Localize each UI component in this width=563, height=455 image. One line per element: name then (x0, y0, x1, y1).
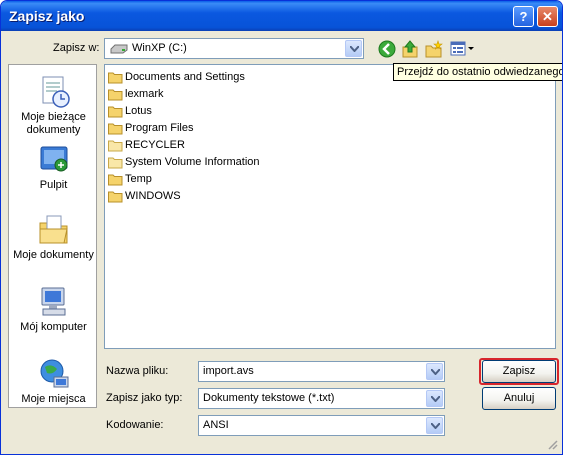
filename-label: Nazwa pliku: (106, 365, 169, 377)
chevron-down-icon (431, 396, 440, 402)
folder-icon (108, 140, 123, 152)
folder-name: WINDOWS (125, 190, 181, 202)
save-in-label: Zapisz w: (53, 42, 100, 54)
save-as-dialog: Zapisz jako ? ✕ Zapisz w: WinXP (C:) Moj… (0, 0, 563, 455)
save-button[interactable]: Zapisz (482, 360, 556, 383)
desktop-icon (40, 146, 67, 172)
place-my-documents[interactable]: Moje dokumenty (9, 213, 98, 262)
folder-name: Temp (125, 173, 152, 185)
place-label: dokumenty (26, 124, 81, 136)
chevron-down-icon (350, 46, 359, 52)
folder-name: Program Files (125, 122, 194, 134)
new-folder-icon[interactable] (425, 40, 443, 58)
place-label: Pulpit (39, 179, 68, 191)
help-button[interactable]: ? (513, 6, 534, 27)
folder-name: lexmark (125, 88, 164, 100)
back-icon[interactable] (378, 40, 396, 58)
chevron-down-icon (431, 423, 440, 429)
resize-grip-icon[interactable] (546, 438, 558, 450)
filetype-dropdown-arrow[interactable] (426, 390, 443, 407)
close-icon: ✕ (542, 9, 553, 24)
save-in-dropdown[interactable]: WinXP (C:) (104, 38, 364, 59)
folder-icon (108, 157, 123, 169)
folder-icon (108, 72, 123, 84)
place-label: Moje miejsca (21, 393, 86, 405)
place-my-computer[interactable]: Mój komputer (9, 285, 98, 334)
place-label: Moje bieżące (21, 111, 86, 123)
folder-icon (108, 123, 123, 135)
place-label: Moje dokumenty (13, 249, 94, 261)
places-bar: Moje bieżące dokumenty Pulpit Moje dokum… (8, 64, 97, 408)
view-menu-button[interactable] (450, 40, 476, 58)
place-network[interactable]: Moje miejsca (9, 357, 98, 406)
folder-name: Documents and Settings (125, 71, 245, 83)
title-bar[interactable]: Zapisz jako ? ✕ (1, 1, 562, 31)
my-computer-icon (41, 287, 65, 316)
save-in-value: WinXP (C:) (132, 42, 187, 54)
close-button[interactable]: ✕ (537, 6, 558, 27)
save-in-dropdown-arrow[interactable] (345, 40, 362, 57)
filename-value: import.avs (203, 365, 254, 377)
folder-name: Lotus (125, 105, 152, 117)
folder-name: System Volume Information (125, 156, 260, 168)
file-list[interactable]: Documents and Settings lexmark Lotus Pro… (104, 64, 556, 349)
window-title: Zapisz jako (9, 8, 85, 24)
folder-icon (108, 174, 123, 186)
place-desktop[interactable]: Pulpit (9, 143, 98, 192)
filetype-label: Zapisz jako typ: (106, 392, 183, 404)
folder-icon (108, 106, 123, 118)
view-menu-icon (450, 41, 474, 56)
encoding-value: ANSI (203, 419, 229, 431)
cancel-button[interactable]: Anuluj (482, 387, 556, 410)
filetype-value: Dokumenty tekstowe (*.txt) (203, 392, 335, 404)
recent-documents-icon (42, 76, 70, 108)
folder-icon (108, 89, 123, 101)
encoding-label: Kodowanie: (106, 419, 164, 431)
folder-name: RECYCLER (125, 139, 185, 151)
filename-input[interactable]: import.avs (198, 361, 445, 382)
filename-dropdown-arrow[interactable] (426, 363, 443, 380)
my-documents-icon (39, 215, 68, 244)
chevron-down-icon (431, 369, 440, 375)
drive-icon (110, 44, 128, 54)
folder-icon (108, 191, 123, 203)
help-icon: ? (519, 9, 528, 24)
network-places-icon (40, 359, 68, 388)
encoding-dropdown[interactable]: ANSI (198, 415, 445, 436)
place-recent-documents[interactable]: Moje bieżące dokumenty (9, 75, 98, 137)
up-folder-icon[interactable] (402, 40, 418, 58)
place-label: Mój komputer (20, 321, 87, 333)
filetype-dropdown[interactable]: Dokumenty tekstowe (*.txt) (198, 388, 445, 409)
encoding-dropdown-arrow[interactable] (426, 417, 443, 434)
toolbar-tooltip: Przejdź do ostatnio odwiedzanego f (393, 63, 562, 81)
